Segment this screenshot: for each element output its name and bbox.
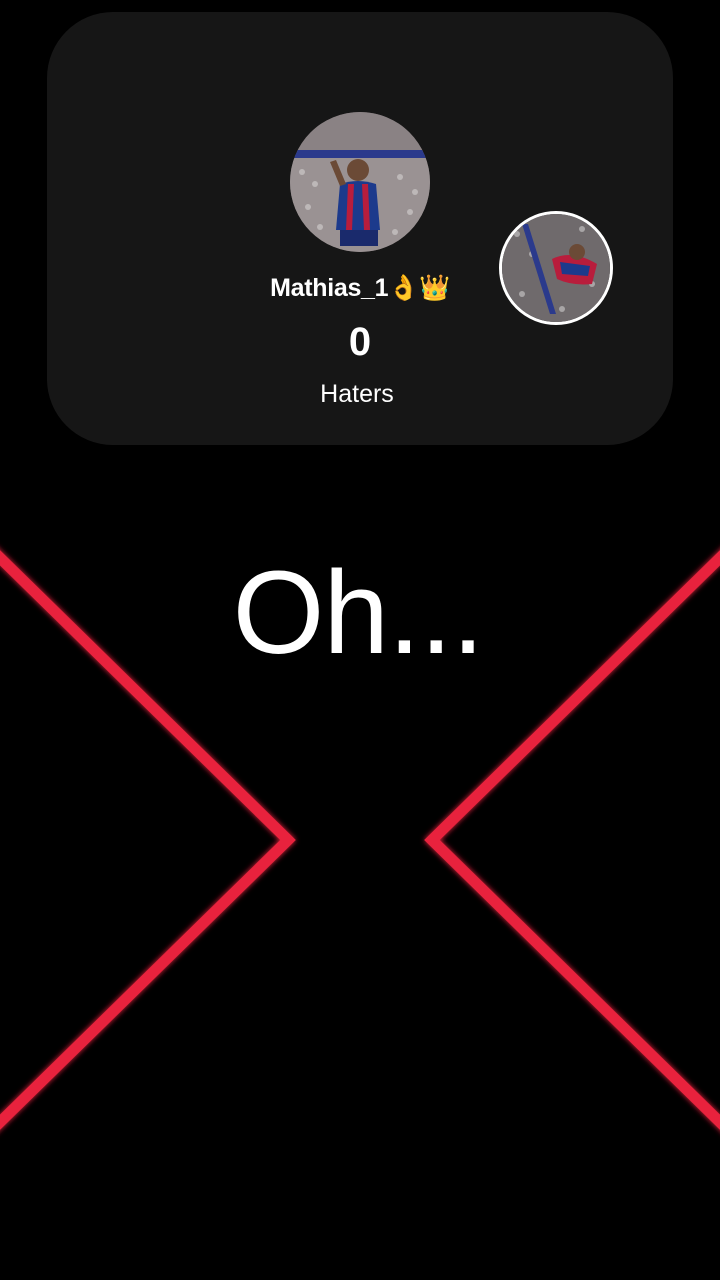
haters-label: Haters (320, 380, 394, 408)
secondary-photo-icon (502, 214, 610, 322)
overlay-caption: Oh... (232, 547, 485, 679)
secondary-avatar[interactable] (499, 211, 613, 325)
haters-count: 0 (348, 320, 372, 364)
profile-avatar[interactable] (290, 112, 430, 252)
profile-card: Mathias_1👌👑 0 Haters (47, 12, 673, 445)
avatar-photo-icon (290, 112, 430, 252)
